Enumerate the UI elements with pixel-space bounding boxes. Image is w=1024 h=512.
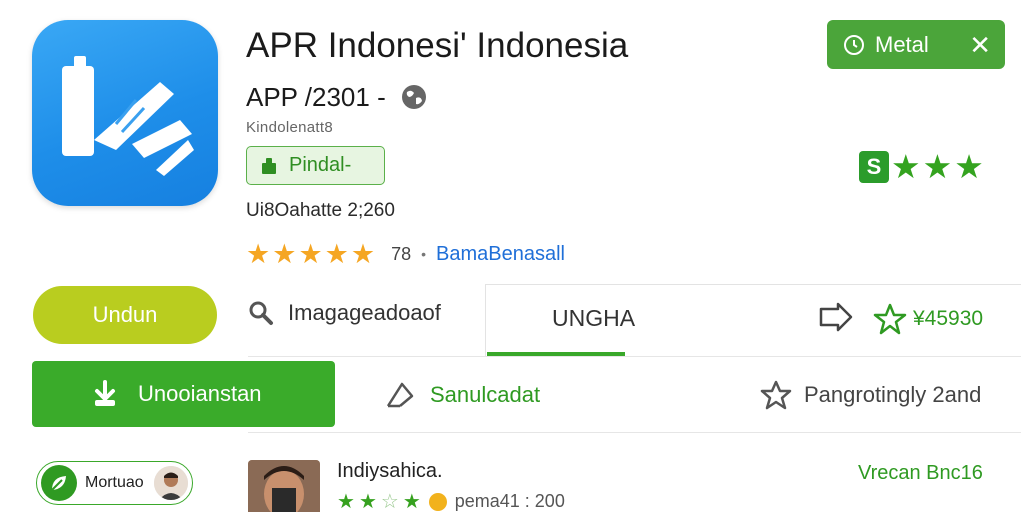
divider <box>248 356 1021 357</box>
star-icon: ☆ <box>380 490 399 512</box>
clock-icon <box>844 34 864 55</box>
chip-label: Mortuao <box>85 474 144 491</box>
sample-label: Sanulcadat <box>430 382 541 407</box>
tab-ungha[interactable]: UNGHA <box>552 305 635 332</box>
app-subtitle: APP /2301 - <box>246 81 386 112</box>
bag-icon <box>262 157 276 174</box>
review-date: Vrecan Bnc16 <box>858 462 983 484</box>
avatar <box>154 466 188 500</box>
reviewer-avatar <box>248 460 320 512</box>
rating-count: 78 <box>391 243 412 264</box>
leaf-icon <box>41 465 77 501</box>
star-icon: ★ <box>324 238 349 269</box>
sample-icon <box>386 382 414 408</box>
price-row[interactable]: ¥45930 <box>873 302 983 336</box>
price-label: ¥45930 <box>913 307 984 330</box>
review-meta: ★ ★ ☆ ★ pema41 : 200 <box>337 491 565 512</box>
star-outline-icon <box>760 380 792 410</box>
metal-button[interactable]: Metal ✕ <box>827 20 1005 69</box>
star-outline-icon <box>873 303 907 335</box>
install-label: Unooianstan <box>138 381 262 406</box>
rating-link[interactable]: BamaBenasall <box>436 243 565 266</box>
star-icon: ★ <box>954 148 984 185</box>
search-label: Imagageadoaof <box>288 300 441 325</box>
star-icon: ★ <box>358 490 377 512</box>
globe-icon[interactable] <box>400 83 428 111</box>
install-button[interactable]: Unooianstan <box>32 361 335 427</box>
app-title: APR Indonesi' Indonesia <box>246 26 629 65</box>
editor-rating: S ★ ★ ★ <box>859 150 984 183</box>
star-icon: ★ <box>402 490 421 512</box>
wishlist-button[interactable]: Pangrotingly 2and <box>760 379 981 411</box>
developer-name[interactable]: Kindolenatt8 <box>246 119 333 136</box>
wishlist-label: Pangrotingly 2and <box>804 382 982 407</box>
share-icon[interactable] <box>818 301 854 333</box>
category-label: Pindal- <box>289 154 352 176</box>
undun-button[interactable]: Undun <box>33 286 217 344</box>
badge-icon: S <box>859 150 889 183</box>
star-icon: ★ <box>246 238 271 269</box>
app-icon <box>32 20 218 206</box>
close-icon[interactable]: ✕ <box>969 32 991 58</box>
star-icon: ★ <box>298 238 323 269</box>
reviewer-chip[interactable]: Mortuao <box>36 461 193 505</box>
separator-dot: • <box>421 246 427 262</box>
rating-stars: ★ ★ ★ ★ ★ <box>246 238 376 269</box>
star-icon: ★ <box>337 490 355 512</box>
sample-button[interactable]: Sanulcadat <box>384 380 540 410</box>
updated-text: Ui8Oahatte 2;260 <box>246 200 395 221</box>
download-icon <box>95 380 115 406</box>
star-icon: ★ <box>891 148 921 185</box>
emoji-icon <box>428 492 447 511</box>
app-logo-icon <box>62 56 194 176</box>
rating-row: ★ ★ ★ ★ ★ 78 • BamaBenasall <box>246 240 565 268</box>
category-badge[interactable]: Pindal- <box>246 146 385 185</box>
metal-label: Metal <box>875 31 929 57</box>
search-icon <box>249 301 273 325</box>
review-meta-text: pema41 : 200 <box>454 491 565 511</box>
divider <box>248 432 1021 433</box>
star-icon: ★ <box>350 238 376 269</box>
search-item[interactable]: Imagageadoaof <box>248 300 441 326</box>
subtitle-row: APP /2301 - <box>246 80 428 114</box>
reviewer-name[interactable]: Indiysahica. <box>337 460 443 483</box>
star-icon: ★ <box>272 238 297 269</box>
star-icon: ★ <box>922 148 953 185</box>
